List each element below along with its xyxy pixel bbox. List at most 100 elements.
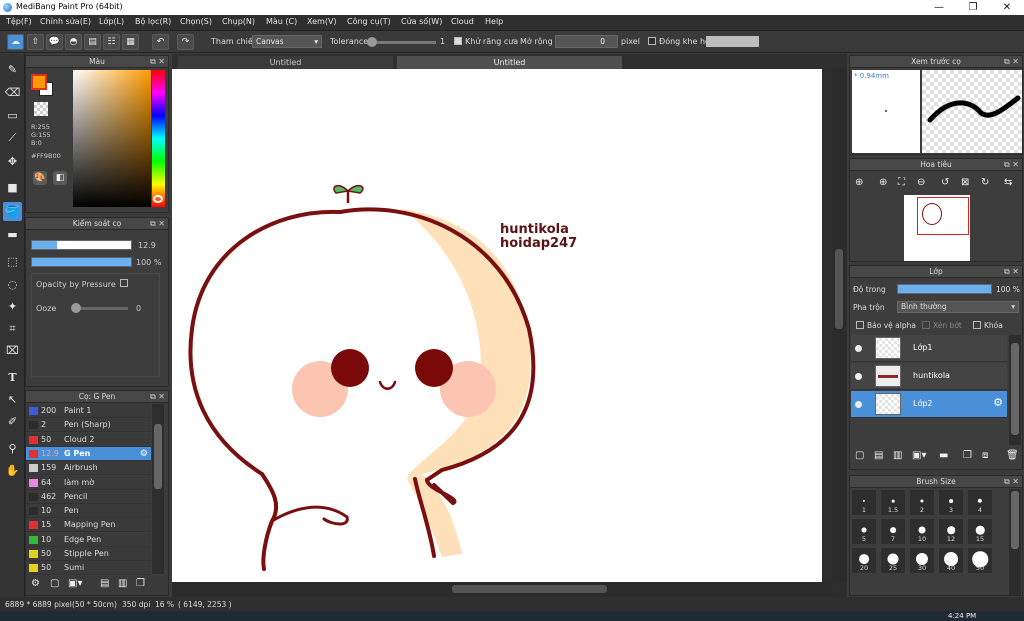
brush-size-option[interactable]: 40 bbox=[938, 547, 964, 574]
menu-help[interactable]: Help bbox=[485, 17, 503, 26]
ooze-slider-handle[interactable] bbox=[71, 303, 81, 313]
layer-add-menu-icon[interactable]: ▣▾ bbox=[912, 450, 926, 461]
new-layer-icon[interactable]: ▢ bbox=[855, 450, 864, 461]
panel-grid-icon[interactable]: ☷ bbox=[103, 34, 120, 50]
brush-list-item[interactable]: 50 Cloud 2 bbox=[26, 432, 151, 447]
new-layer-8bit-icon[interactable]: ▤ bbox=[874, 450, 883, 461]
canvas-vertical-scrollbar[interactable] bbox=[832, 69, 846, 582]
brush-size-scrollbar[interactable] bbox=[1009, 489, 1021, 595]
menu-layer[interactable]: Lớp(L) bbox=[99, 17, 124, 26]
panel-buttons-icon[interactable]: ⧉ ✕ bbox=[1004, 56, 1019, 68]
layer-settings-gear-icon[interactable]: ⚙ bbox=[993, 396, 1003, 409]
layers-grid-icon[interactable]: ▦ bbox=[122, 34, 139, 50]
brush-list-item[interactable]: 2 Pen (Sharp) bbox=[26, 418, 151, 433]
minimize-button[interactable]: — bbox=[922, 0, 956, 15]
fit-icon[interactable]: ⛶ bbox=[898, 177, 905, 188]
undo-icon[interactable]: ↶ bbox=[152, 34, 169, 50]
select-eraser-tool-icon[interactable]: ⌧ bbox=[3, 341, 22, 360]
zoom-out-icon[interactable]: ⊖ bbox=[917, 177, 925, 188]
canvas-vscroll-thumb[interactable] bbox=[835, 249, 843, 329]
brush-import-icon[interactable]: ▤ bbox=[100, 578, 109, 589]
blend-mode-select[interactable]: Bình thường ▾ bbox=[897, 301, 1019, 313]
brush-copy-icon[interactable]: ❐ bbox=[136, 578, 145, 589]
new-brush-icon[interactable]: ▢ bbox=[50, 578, 59, 589]
line-tool-icon[interactable]: ⟋ bbox=[3, 128, 22, 147]
rotate-right-icon[interactable]: ↻ bbox=[981, 177, 989, 188]
tolerance-slider[interactable] bbox=[368, 41, 436, 44]
brush-menu-icon[interactable]: ⚙ bbox=[31, 578, 40, 589]
brush-size-option[interactable]: 3 bbox=[938, 489, 964, 516]
flip-icon[interactable]: ⇆ bbox=[1004, 177, 1012, 188]
eyedropper-tool-icon[interactable]: ⚲ bbox=[3, 439, 22, 458]
brush-size-slider[interactable] bbox=[31, 240, 132, 250]
brush-settings-gear-icon[interactable]: ⚙ bbox=[140, 447, 148, 461]
gradient-tool-icon[interactable]: ▬ bbox=[3, 225, 22, 244]
layer-folder-icon[interactable]: ▬ bbox=[939, 450, 948, 461]
bubble-tool-icon[interactable]: ◓ bbox=[65, 34, 82, 50]
saturation-value-picker[interactable] bbox=[73, 70, 151, 207]
panel-buttons-icon[interactable]: ⧉ ✕ bbox=[1004, 476, 1019, 488]
operation-tool-icon[interactable]: ↖ bbox=[3, 390, 22, 409]
brush-list-scrollbar[interactable] bbox=[152, 404, 164, 574]
clipping-checkbox[interactable] bbox=[922, 321, 930, 329]
brush-size-option[interactable]: 1.5 bbox=[880, 489, 906, 516]
move-tool-icon[interactable]: ✥ bbox=[3, 152, 22, 171]
palette-icon[interactable]: 🎨 bbox=[33, 171, 47, 185]
panel-buttons-icon[interactable]: ⧉ ✕ bbox=[150, 218, 165, 230]
expand-input[interactable]: 0 bbox=[555, 35, 618, 48]
fill-rect-tool-icon[interactable]: ■ bbox=[3, 178, 22, 197]
brush-list-item[interactable]: 64 làm mờ bbox=[26, 475, 151, 490]
delete-layer-icon[interactable]: 🗑 bbox=[1006, 450, 1019, 461]
antialias-checkbox[interactable] bbox=[454, 37, 462, 45]
bucket-tool-icon[interactable]: 🪣 bbox=[3, 202, 22, 221]
brush-list-scroll-thumb[interactable] bbox=[154, 424, 162, 489]
hand-tool-icon[interactable]: ✋ bbox=[3, 461, 22, 480]
magic-wand-tool-icon[interactable]: ✦ bbox=[3, 297, 22, 316]
tab-untitled-2[interactable]: Untitled bbox=[397, 56, 622, 69]
menu-capture[interactable]: Chụp(N) bbox=[222, 17, 255, 26]
export-icon[interactable]: ⇧ bbox=[27, 34, 44, 50]
layer-row[interactable]: Lớp2 ⚙ bbox=[851, 391, 1007, 418]
brush-opacity-slider[interactable] bbox=[31, 257, 132, 267]
brush-list-item[interactable]: 15 Mapping Pen bbox=[26, 518, 151, 533]
brush-size-option[interactable]: 2 bbox=[909, 489, 935, 516]
rectangle-tool-icon[interactable]: ▭ bbox=[3, 106, 22, 125]
canvas-horizontal-scrollbar[interactable] bbox=[172, 582, 832, 596]
brush-tool-icon[interactable]: ✎ bbox=[3, 60, 22, 79]
canvas-hscroll-thumb[interactable] bbox=[452, 585, 607, 593]
protect-alpha-checkbox[interactable] bbox=[856, 321, 864, 329]
panel-buttons-icon[interactable]: ⧉ ✕ bbox=[1004, 159, 1019, 171]
menu-window[interactable]: Cửa số(W) bbox=[401, 17, 442, 26]
select-tool-icon[interactable]: ⬚ bbox=[3, 252, 22, 271]
drawing-canvas[interactable]: huntikola hoidap247 bbox=[172, 69, 822, 582]
menu-select[interactable]: Chọn(S) bbox=[180, 17, 212, 26]
eraser-tool-icon[interactable]: ⌫ bbox=[3, 83, 22, 102]
divide-tool-icon[interactable]: ✐ bbox=[3, 412, 22, 431]
brush-size-option[interactable]: 5 bbox=[851, 518, 877, 545]
brush-size-option[interactable]: 15 bbox=[967, 518, 993, 545]
brush-list-item[interactable]: 50 Sumi bbox=[26, 561, 151, 576]
zoom-in-icon-2[interactable]: ⊕ bbox=[879, 177, 887, 188]
visibility-icon[interactable] bbox=[855, 345, 862, 352]
brush-size-option[interactable]: 50 bbox=[967, 547, 993, 574]
opacity-pressure-checkbox[interactable] bbox=[120, 279, 128, 287]
zoom-in-icon[interactable]: ⊕ bbox=[855, 177, 863, 188]
menu-tools[interactable]: Công cụ(T) bbox=[347, 17, 391, 26]
text-tool-icon[interactable]: T bbox=[3, 368, 22, 387]
brush-size-scroll-thumb[interactable] bbox=[1011, 491, 1019, 549]
menu-file[interactable]: Tệp(F) bbox=[6, 17, 32, 26]
brush-options-icon[interactable]: ▣▾ bbox=[68, 578, 82, 589]
brush-list-item[interactable]: 10 Edge Pen bbox=[26, 532, 151, 547]
brush-list-item[interactable]: 50 Stipple Pen bbox=[26, 547, 151, 561]
layer-scroll-thumb[interactable] bbox=[1011, 343, 1019, 435]
tab-untitled-1[interactable]: Untitled bbox=[178, 56, 393, 69]
color-history-icon[interactable]: ◧ bbox=[53, 171, 67, 185]
panel-buttons-icon[interactable]: ⧉ ✕ bbox=[150, 391, 165, 403]
merge-layer-icon[interactable]: ⧈ bbox=[982, 450, 988, 461]
navigator-thumbnail[interactable] bbox=[904, 195, 970, 261]
rotate-left-icon[interactable]: ↺ bbox=[941, 177, 949, 188]
brush-size-option[interactable]: 1 bbox=[851, 489, 877, 516]
brush-size-option[interactable]: 30 bbox=[909, 547, 935, 574]
brush-list-item[interactable]: 200 Paint 1 bbox=[26, 404, 151, 418]
lock-checkbox[interactable] bbox=[973, 321, 981, 329]
